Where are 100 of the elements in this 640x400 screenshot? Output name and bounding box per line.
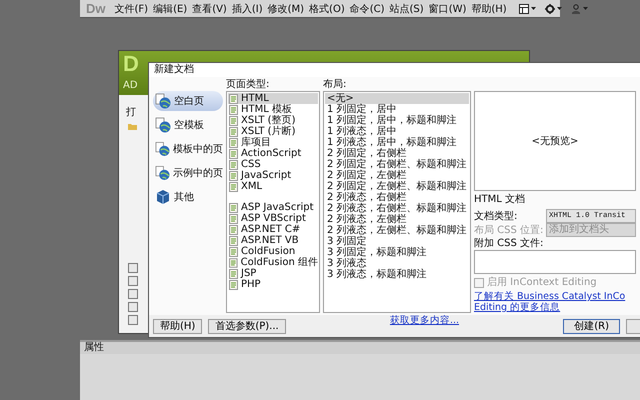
- cube-icon: [155, 189, 171, 205]
- layout-item[interactable]: 1 列液态，居中: [325, 126, 469, 137]
- caret-icon: [582, 7, 588, 10]
- menu-item[interactable]: 编辑(E): [153, 2, 188, 16]
- document-icon: [229, 170, 238, 180]
- section-heading: 打: [126, 107, 136, 119]
- category-item[interactable]: 空模板: [153, 115, 223, 135]
- layout-item[interactable]: 2 列液态，左侧栏、标题和脚注: [325, 225, 469, 236]
- document-icon: [229, 104, 238, 114]
- dialog-title: 新建文档: [149, 63, 640, 77]
- page-type-item[interactable]: XSLT (整页): [228, 115, 318, 126]
- create-button[interactable]: 创建(R): [563, 318, 620, 334]
- document-icon: [229, 116, 238, 126]
- dialog-button[interactable]: 帮助(H): [153, 318, 202, 334]
- layout-item[interactable]: 3 列液态，标题和脚注: [325, 269, 469, 280]
- layout-item[interactable]: 3 列固定: [325, 236, 469, 247]
- app-logo: D: [123, 51, 139, 77]
- document-icon: [229, 214, 238, 224]
- learn-more-link[interactable]: Editing 的更多信息: [474, 302, 560, 313]
- dialog-button[interactable]: 首选参数(P)...: [208, 318, 286, 334]
- page-type-item[interactable]: 库项目: [228, 137, 318, 148]
- page-type-item[interactable]: XSLT (片断): [228, 126, 318, 137]
- menu-item[interactable]: 修改(M): [268, 2, 304, 16]
- grid-icon: [518, 4, 529, 14]
- checkbox[interactable]: [128, 315, 138, 325]
- menu-item[interactable]: 帮助(H): [471, 2, 507, 16]
- page-type-item[interactable]: CSS: [228, 159, 318, 170]
- page-type-item[interactable]: XML: [228, 181, 318, 192]
- page-type-item[interactable]: ActionScript: [228, 148, 318, 159]
- category-item[interactable]: 模板中的页: [153, 139, 223, 159]
- document-icon: [229, 182, 238, 192]
- layout-menu-button[interactable]: [516, 4, 538, 14]
- category-item[interactable]: 示例中的页: [153, 163, 223, 183]
- page-type-item[interactable]: HTML 模板: [228, 104, 318, 115]
- document-icon: [229, 246, 238, 256]
- document-icon: [229, 202, 238, 212]
- list-heading: 布局:: [323, 79, 348, 91]
- document-icon: [229, 94, 238, 104]
- menu-item[interactable]: 查看(V): [192, 2, 227, 16]
- page-type-item[interactable]: HTML: [228, 93, 318, 104]
- layout-item[interactable]: 1 列固定，居中: [325, 104, 469, 115]
- document-icon: [229, 268, 238, 278]
- css-file-list[interactable]: [474, 250, 636, 274]
- folder-icon: [128, 123, 137, 130]
- menu-item[interactable]: 格式(O): [309, 2, 345, 16]
- layout-item[interactable]: 2 列固定，右侧栏、标题和脚注: [325, 159, 469, 170]
- checkbox[interactable]: [128, 302, 138, 312]
- page-type-item[interactable]: ColdFusion: [228, 246, 318, 257]
- preview-description: HTML 文档: [474, 194, 526, 206]
- settings-menu-button[interactable]: [542, 4, 564, 14]
- layout-item[interactable]: 3 列固定，标题和脚注: [325, 247, 469, 258]
- page-type-item[interactable]: ASP VBScript: [228, 213, 318, 224]
- layout-item[interactable]: 2 列液态，右侧栏: [325, 192, 469, 203]
- globe-icon: [155, 117, 171, 133]
- globe-icon: [155, 93, 171, 109]
- menu-item[interactable]: 插入(I): [232, 2, 263, 16]
- layout-item[interactable]: 1 列固定，居中，标题和脚注: [325, 115, 469, 126]
- category-item[interactable]: 其他: [153, 187, 223, 207]
- menu-item[interactable]: 站点(S): [390, 2, 424, 16]
- layout-item[interactable]: 2 列固定，左侧栏、标题和脚注: [325, 181, 469, 192]
- page-type-item[interactable]: ColdFusion 组件: [228, 257, 318, 268]
- checkbox[interactable]: [128, 263, 138, 273]
- checkbox[interactable]: [128, 276, 138, 286]
- document-icon: [229, 160, 238, 170]
- document-icon: [229, 138, 238, 148]
- layout-item[interactable]: 2 列固定，左侧栏: [325, 170, 469, 181]
- globe-icon: [155, 165, 170, 181]
- caret-icon: [556, 7, 562, 10]
- checkbox[interactable]: [128, 289, 138, 299]
- layout-item[interactable]: 2 列液态，右侧栏、标题和脚注: [325, 203, 469, 214]
- menu-item[interactable]: 命令(C): [350, 2, 385, 16]
- layout-item[interactable]: 2 列固定，右侧栏: [325, 148, 469, 159]
- list-heading: 页面类型:: [226, 79, 270, 91]
- user-icon: [570, 4, 581, 14]
- learn-more-link[interactable]: 了解有关 Business Catalyst InCo: [474, 291, 626, 302]
- page-type-item[interactable]: PHP: [228, 279, 318, 290]
- globe-icon: [155, 141, 170, 157]
- page-type-item[interactable]: ASP.NET C#: [228, 224, 318, 235]
- field-label: 布局 CSS 位置:: [474, 224, 544, 237]
- document-icon: [229, 258, 238, 268]
- layout-item[interactable]: 2 列液态，左侧栏: [325, 214, 469, 225]
- menu-item[interactable]: 文件(F): [114, 2, 148, 16]
- layout-item[interactable]: <无>: [325, 93, 469, 104]
- dialog-button[interactable]: [626, 318, 640, 334]
- category-item[interactable]: 空白页: [153, 91, 223, 111]
- checkbox-label: 启用 InContext Editing: [487, 277, 597, 289]
- layout-item[interactable]: 3 列液态: [325, 258, 469, 269]
- panel-title: 属性: [84, 342, 104, 353]
- document-icon: [229, 148, 238, 158]
- layout-item[interactable]: 1 列液态，居中，标题和脚注: [325, 137, 469, 148]
- page-type-item[interactable]: ASP JavaScript: [228, 202, 318, 213]
- page-type-item[interactable]: JSP: [228, 268, 318, 279]
- menu-item[interactable]: 窗口(W): [428, 2, 466, 16]
- more-content-link[interactable]: 获取更多内容...: [390, 315, 459, 326]
- settings-icon: [544, 4, 555, 14]
- app-logo: Dw: [86, 1, 106, 16]
- field-label: 附加 CSS 文件:: [474, 238, 544, 250]
- caret-icon: [530, 7, 536, 10]
- page-type-item[interactable]: JavaScript: [228, 170, 318, 181]
- page-type-item[interactable]: ASP.NET VB: [228, 235, 318, 246]
